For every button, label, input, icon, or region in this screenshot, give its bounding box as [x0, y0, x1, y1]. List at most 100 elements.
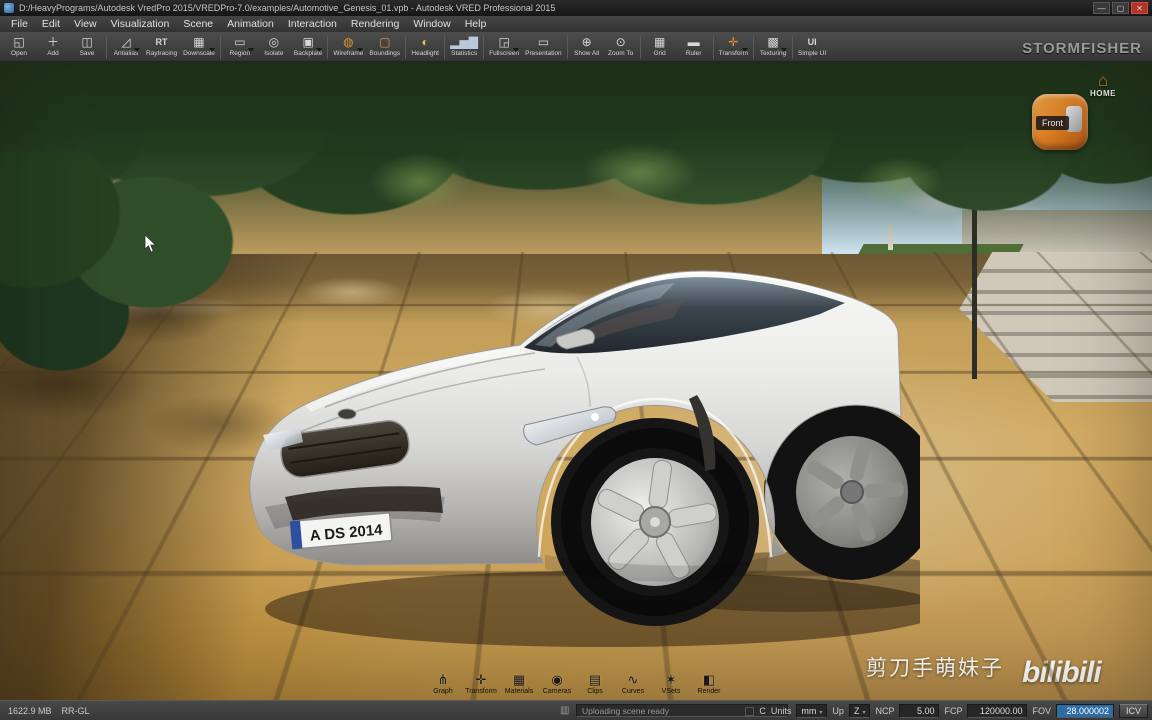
- toolbar-presentation[interactable]: ▭ Presentation: [522, 33, 565, 61]
- texturing-icon: ▩: [767, 35, 779, 49]
- module-materials[interactable]: ▦ Materials: [502, 672, 537, 696]
- fullscreen-icon: ◲: [498, 35, 510, 49]
- raytracing-icon: RT: [155, 37, 168, 47]
- units-dropdown[interactable]: mm: [796, 704, 828, 718]
- transform-module-icon: ✛: [475, 672, 487, 687]
- headlight-icon: ◐: [421, 35, 429, 49]
- toolbar-transform[interactable]: ✛ Transform: [716, 33, 751, 61]
- toolbar-save[interactable]: ◫ Save: [70, 33, 104, 61]
- renderer-mode: RR-GL: [61, 706, 90, 716]
- wireframe-icon: ◍: [343, 35, 354, 49]
- main-toolbar: ◱ Open ＋ Add ◫ Save ◿ Antialias RT Raytracing…: [0, 32, 1152, 62]
- menu-interaction[interactable]: Interaction: [281, 17, 344, 31]
- toolbar-separator: [753, 34, 754, 59]
- up-axis-dropdown[interactable]: Z: [848, 704, 871, 718]
- toolbar-show-all[interactable]: ⊕ Show All: [570, 33, 604, 61]
- minimize-button[interactable]: —: [1093, 2, 1110, 14]
- menu-file[interactable]: File: [4, 17, 35, 31]
- toolbar-open[interactable]: ◱ Open: [2, 33, 36, 61]
- toolbar-separator: [566, 34, 568, 59]
- toolbar-isolate[interactable]: ◎ Isolate: [257, 33, 291, 61]
- c-checkbox[interactable]: [745, 706, 755, 716]
- toolbar-separator: [327, 34, 329, 59]
- ruler-icon: ▬: [687, 35, 700, 49]
- toolbar-add[interactable]: ＋ Add: [36, 33, 70, 61]
- toolbar-zoom-to[interactable]: ⊙ Zoom To: [604, 33, 638, 61]
- mouse-cursor: [144, 234, 157, 253]
- backplate-icon: ▣: [302, 35, 314, 49]
- grid-icon: ▦: [653, 35, 666, 49]
- toolbar-raytracing[interactable]: RT Raytracing: [143, 33, 180, 61]
- toolbar-separator: [444, 34, 446, 59]
- antialias-icon: ◿: [121, 35, 131, 49]
- toolbar-headlight[interactable]: ◐ Headlight: [408, 33, 442, 61]
- menu-view[interactable]: View: [67, 17, 104, 31]
- statistics-icon: ▂▅▇: [450, 35, 478, 49]
- c-label: C: [759, 706, 766, 716]
- navigation-widget: ⌂ HOME Front: [1028, 71, 1138, 158]
- menu-bar: File Edit View Visualization Scene Anima…: [0, 16, 1152, 32]
- toolbar-grid[interactable]: ▦ Grid: [643, 33, 677, 61]
- toolbar-separator: [712, 34, 714, 59]
- close-button[interactable]: ✕: [1131, 2, 1148, 14]
- transform-icon: ✛: [728, 35, 739, 49]
- show-all-icon: ⊕: [581, 35, 592, 49]
- toolbar-region[interactable]: ▭ Region: [223, 33, 257, 61]
- toolbar-boundings[interactable]: ▢ Boundings: [366, 33, 403, 61]
- toolbar-downscale[interactable]: ▦ Downscale: [180, 33, 218, 61]
- status-bar: 1622.9 MB RR-GL ▥ Uploading scene ready …: [0, 700, 1152, 720]
- toolbar-wireframe[interactable]: ◍ Wireframe: [330, 33, 366, 61]
- module-render[interactable]: ◧ Render: [692, 672, 727, 696]
- toolbar-separator: [483, 34, 485, 59]
- toolbar-statistics[interactable]: ▂▅▇ Statistics: [447, 33, 481, 61]
- menu-animation[interactable]: Animation: [220, 17, 281, 31]
- boundings-icon: ▢: [379, 35, 391, 49]
- viewport-3d[interactable]: A DS 2014 ⌂ HOME Front ⋔ Graph ✛ Transform…: [0, 62, 1152, 700]
- menu-help[interactable]: Help: [458, 17, 494, 31]
- fov-field[interactable]: 28.000002: [1055, 704, 1114, 718]
- module-transform[interactable]: ✛ Transform: [464, 672, 499, 696]
- memory-usage: 1622.9 MB: [8, 706, 52, 716]
- vred-app-icon: [4, 3, 14, 13]
- module-vsets[interactable]: ✶ VSets: [654, 673, 689, 696]
- folder-open-icon: ◱: [13, 35, 25, 49]
- presentation-icon: ▭: [537, 35, 550, 49]
- ncp-label: NCP: [875, 706, 895, 716]
- home-icon[interactable]: ⌂: [1098, 71, 1108, 91]
- module-graph[interactable]: ⋔ Graph: [426, 673, 461, 696]
- menu-window[interactable]: Window: [406, 17, 457, 31]
- region-icon: ▭: [234, 35, 246, 49]
- home-label: HOME: [1090, 89, 1116, 98]
- menu-edit[interactable]: Edit: [35, 17, 67, 31]
- toolbar-simple-ui[interactable]: UI Simple UI: [795, 33, 829, 61]
- toolbar-fullscreen[interactable]: ◲ Fullscreen: [486, 33, 522, 61]
- module-cameras[interactable]: ◉ Cameras: [540, 673, 575, 696]
- save-icon: ◫: [81, 35, 93, 49]
- up-axis-label: Up: [832, 706, 844, 716]
- menu-rendering[interactable]: Rendering: [344, 17, 406, 31]
- maximize-button[interactable]: ▢: [1112, 2, 1129, 14]
- title-bar: D:/HeavyPrograms/Autodesk VredPro 2015/V…: [0, 0, 1152, 16]
- materials-icon: ▦: [512, 672, 526, 687]
- fcp-field[interactable]: 120000.00: [967, 704, 1028, 718]
- zoom-to-icon: ⊙: [615, 35, 626, 49]
- toolbar-ruler[interactable]: ▬ Ruler: [677, 33, 711, 61]
- menu-scene[interactable]: Scene: [176, 17, 220, 31]
- menu-visualization[interactable]: Visualization: [104, 17, 177, 31]
- module-curves[interactable]: ∿ Curves: [616, 673, 651, 696]
- bilibili-watermark: bilibili: [1022, 656, 1102, 689]
- toolbar-texturing[interactable]: ▩ Texturing: [756, 33, 790, 61]
- front-wheel: [551, 418, 759, 626]
- add-file-icon: ＋: [46, 35, 59, 49]
- nav-front-label[interactable]: Front: [1036, 116, 1070, 130]
- render-icon: ◧: [702, 672, 716, 687]
- toolbar-backplate[interactable]: ▣ Backplate: [291, 33, 326, 61]
- toolbar-separator: [219, 34, 221, 59]
- icv-button[interactable]: ICV: [1118, 704, 1148, 718]
- units-label: Units: [770, 706, 792, 716]
- ncp-field[interactable]: 5.00: [899, 704, 940, 718]
- module-clips[interactable]: ▤ Clips: [578, 673, 613, 696]
- toolbar-antialias[interactable]: ◿ Antialias: [109, 33, 143, 61]
- hood-emblem: [337, 408, 357, 420]
- downscale-icon: ▦: [193, 35, 205, 49]
